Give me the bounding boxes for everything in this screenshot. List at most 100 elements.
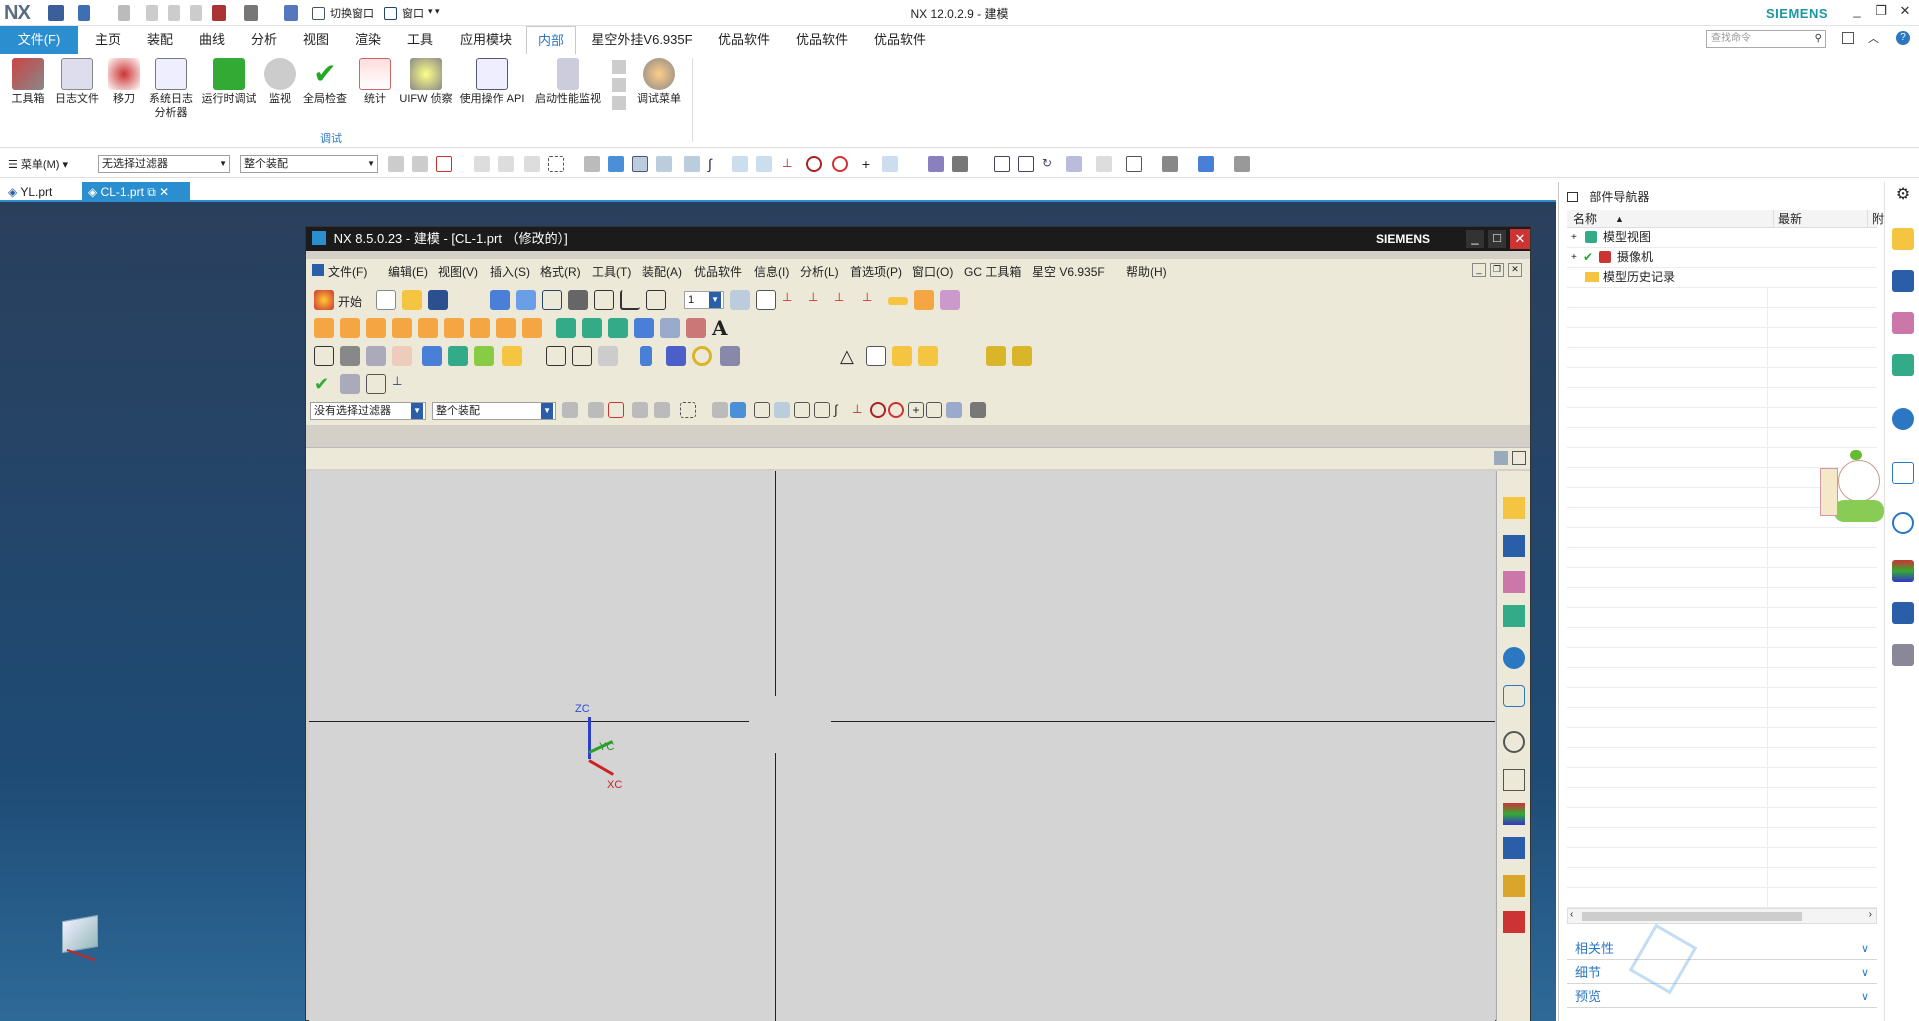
reuse-library-icon[interactable]	[1503, 605, 1525, 627]
tab-assembly[interactable]: 装配	[136, 26, 184, 54]
switch-window-icon[interactable]	[312, 7, 325, 20]
maximize-icon[interactable]: ❐	[1870, 3, 1892, 23]
perf-monitor-button[interactable]: 启动性能监视	[532, 58, 604, 106]
face-icon[interactable]	[928, 156, 944, 172]
embedded-nx-window[interactable]: NX 8.5.0.23 - 建模 - [CL-1.prt （修改的）] SIEM…	[305, 226, 1531, 1021]
snap-points-icon[interactable]	[632, 156, 648, 172]
switch-window-button[interactable]: 切换窗口	[330, 5, 374, 21]
statistics-button[interactable]: 统计	[354, 58, 396, 106]
tangent-icon[interactable]: ⊥	[852, 402, 868, 418]
triangle-icon[interactable]: △	[840, 346, 860, 366]
open-folder-icon[interactable]	[402, 290, 422, 310]
snap-icon[interactable]	[474, 156, 490, 172]
column-latest[interactable]: 最新	[1773, 210, 1802, 228]
surface-icon[interactable]	[598, 346, 618, 366]
measure-icon[interactable]: ⊥	[862, 290, 882, 310]
circle-point-icon[interactable]	[888, 402, 904, 418]
close-tab-icon[interactable]: ✕	[156, 185, 169, 199]
uifw-inspect-button[interactable]: UIFW 侦察	[398, 58, 454, 106]
feature-icon[interactable]	[418, 318, 438, 338]
cross-icon[interactable]: +	[858, 156, 874, 172]
tab-tools[interactable]: 工具	[396, 26, 444, 54]
snap-icon[interactable]	[654, 402, 670, 418]
menu-youpin[interactable]: 优品软件	[694, 263, 742, 280]
monitor-button[interactable]: 监视	[262, 58, 298, 106]
roles-icon[interactable]	[1892, 602, 1914, 624]
move-tool-button[interactable]: 移刀	[106, 58, 142, 106]
layer-select[interactable]: 1 ▼	[684, 291, 724, 309]
sketch-icon[interactable]	[634, 318, 654, 338]
expand-icon[interactable]: +	[1571, 248, 1577, 267]
shading-icon[interactable]	[1162, 156, 1178, 172]
undo-icon[interactable]	[78, 5, 90, 21]
part-list-icon[interactable]	[340, 374, 360, 394]
wcs-icon[interactable]: ⊥	[782, 290, 802, 310]
small-tool-icon[interactable]	[612, 60, 626, 74]
doc-tab-cl1[interactable]: ◈ CL-1.prt ⧉ ✕	[82, 182, 190, 202]
minimize-icon[interactable]: _	[1846, 3, 1868, 23]
view-toggle-icon[interactable]	[1494, 451, 1508, 465]
debug-menu-button[interactable]: 调试菜单	[634, 58, 684, 106]
menu-preferences[interactable]: 首选项(P)	[850, 263, 902, 280]
feature-icon[interactable]	[314, 318, 334, 338]
chevron-down-icon[interactable]: ∨	[1861, 986, 1869, 1008]
edit-feature-icon[interactable]	[392, 346, 412, 366]
sketch-icon[interactable]	[686, 318, 706, 338]
view-cube-icon[interactable]	[646, 290, 666, 310]
wcs-icon[interactable]: ⊥	[392, 374, 412, 394]
section-dependencies[interactable]: 相关性 ∨	[1567, 938, 1877, 960]
text-icon[interactable]: A	[712, 318, 732, 338]
menu-view[interactable]: 视图(V)	[438, 263, 478, 280]
snap-icon[interactable]	[412, 156, 428, 172]
check-icon[interactable]: ✔	[314, 374, 334, 394]
menu-file[interactable]: 文件(F)	[328, 263, 367, 280]
constraint-nav-icon[interactable]	[1503, 535, 1525, 557]
cube-icon[interactable]	[730, 402, 746, 418]
snap-icon[interactable]	[498, 156, 514, 172]
popout-icon[interactable]: ⧉	[147, 185, 156, 199]
tab-home[interactable]: 主页	[84, 26, 132, 54]
small-tool-icon[interactable]	[612, 96, 626, 110]
pen-icon[interactable]	[666, 346, 686, 366]
menu-info[interactable]: 信息(I)	[754, 263, 789, 280]
table-icon[interactable]	[1126, 156, 1142, 172]
selection-filter-select[interactable]: 无选择过滤器 ▼	[98, 155, 230, 173]
spline-icon[interactable]	[756, 156, 772, 172]
window-menu-button[interactable]: 窗口	[402, 5, 424, 21]
web-browser-icon[interactable]	[1503, 647, 1525, 669]
mascot-widget[interactable]	[1820, 450, 1884, 530]
assembly-nav-icon[interactable]	[1503, 497, 1525, 519]
feature-icon[interactable]	[366, 318, 386, 338]
inner-minimize-icon[interactable]: _	[1466, 230, 1484, 248]
spline-icon[interactable]	[732, 156, 748, 172]
repeat-command-icon[interactable]	[212, 5, 226, 21]
help-icon[interactable]: ?	[1896, 31, 1910, 45]
menu-insert[interactable]: 插入(S)	[490, 263, 530, 280]
edit-feature-icon[interactable]	[366, 346, 386, 366]
log-file-button[interactable]: 日志文件	[52, 58, 102, 106]
column-name[interactable]: 名称	[1573, 210, 1597, 228]
settings-gear-icon[interactable]: ⚙	[1892, 184, 1914, 206]
layer-settings-icon[interactable]	[730, 290, 750, 310]
paste-icon[interactable]	[190, 5, 202, 21]
tangent-icon[interactable]: ⊥	[782, 156, 798, 172]
feature-icon[interactable]	[444, 318, 464, 338]
history-icon[interactable]	[1503, 685, 1525, 707]
doc-restore-icon[interactable]: ❐	[1490, 263, 1504, 277]
copy-icon[interactable]	[168, 5, 180, 21]
view-cube-icon[interactable]	[490, 290, 510, 310]
view-cube-icon[interactable]	[516, 290, 536, 310]
doc-tab-yl[interactable]: ◈ YL.prt	[2, 182, 58, 202]
inner-assembly-select[interactable]: 整个装配 ▼	[432, 402, 556, 420]
start-icon[interactable]	[314, 290, 334, 310]
save-icon[interactable]	[48, 5, 64, 21]
list-icon[interactable]	[1503, 769, 1525, 791]
end-point-icon[interactable]	[656, 156, 672, 172]
collapse-ribbon-icon[interactable]: ︿	[1868, 30, 1879, 46]
constraint-navigator-icon[interactable]	[1892, 270, 1914, 292]
cylinder-icon[interactable]	[640, 346, 652, 366]
scroll-left-icon[interactable]: ‹	[1570, 909, 1573, 920]
syslog-analyzer-button[interactable]: 系统日志分析器	[146, 58, 196, 120]
cube-icon[interactable]	[608, 156, 624, 172]
tab-file[interactable]: 文件(F)	[0, 26, 78, 54]
